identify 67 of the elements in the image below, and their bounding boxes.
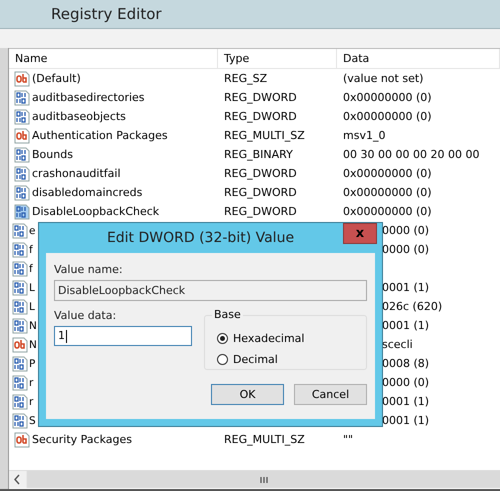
value-name: S <box>29 414 36 426</box>
value-type: REG_MULTI_SZ <box>223 433 306 446</box>
value-data: "" <box>342 433 354 446</box>
value-name: auditbasedirectories <box>32 91 145 104</box>
value-name: disabledomaincreds <box>32 186 142 199</box>
value-name: (Default) <box>32 72 81 85</box>
value-name: r <box>29 396 34 408</box>
value-data: 0x00000000 (0) <box>342 110 433 123</box>
close-button[interactable]: x <box>343 223 377 244</box>
radio-button[interactable] <box>217 354 228 365</box>
value-name: N <box>29 338 37 350</box>
column-header[interactable]: Data <box>337 49 500 68</box>
value-name: L <box>29 300 35 312</box>
group-label: Base <box>212 308 243 321</box>
value-data: scecli <box>382 338 413 351</box>
value-type: REG_DWORD <box>223 91 298 104</box>
window-title: Registry Editor <box>51 5 162 23</box>
scroll-left-icon[interactable] <box>9 471 26 488</box>
value-name: e <box>29 224 36 236</box>
value-type: REG_SZ <box>223 72 268 85</box>
value-name: DisableLoopbackCheck <box>32 205 160 218</box>
radio-label[interactable]: Hexadecimal <box>233 332 304 345</box>
column-header[interactable]: Type <box>218 49 337 68</box>
field-label: Value name: <box>54 263 124 276</box>
value-name: Security Packages <box>32 433 132 446</box>
value-data: 026c (620) <box>382 300 442 313</box>
value-type: REG_DWORD <box>223 205 298 218</box>
radio-label[interactable]: Decimal <box>233 353 278 366</box>
value-name: Bounds <box>32 148 73 161</box>
radio-button[interactable] <box>217 333 228 344</box>
value-data: 0000 (0) <box>382 224 430 237</box>
value-type: REG_BINARY <box>223 148 294 161</box>
dialog-button[interactable]: Cancel <box>294 384 367 405</box>
value-data: 0001 (1) <box>382 281 430 294</box>
value-data: 0x00000000 (0) <box>342 186 433 199</box>
value-data: 0x00000000 (0) <box>342 205 433 218</box>
grip-icon <box>260 476 268 484</box>
value-data: 0000 (0) <box>382 243 430 256</box>
value-data: 0x00000000 (0) <box>342 167 433 180</box>
value-data: 0001 (1) <box>382 414 430 427</box>
value-data: 0008 (8) <box>382 357 430 370</box>
value-data: 0001 (1) <box>382 395 430 408</box>
value-data: 00 30 00 00 00 20 00 00 <box>342 148 480 161</box>
value-name: L <box>29 282 35 294</box>
value-name: N <box>29 320 37 332</box>
value-name-field[interactable]: DisableLoopbackCheck <box>54 280 367 301</box>
value-name: crashonauditfail <box>32 167 121 180</box>
value-data: (value not set) <box>342 72 424 85</box>
value-name: f <box>29 244 33 256</box>
value-name: Authentication Packages <box>32 129 168 142</box>
value-data: 0001 (1) <box>382 319 430 332</box>
field-label: Value data: <box>54 309 118 322</box>
value-name: r <box>29 376 34 388</box>
value-type: REG_DWORD <box>223 167 298 180</box>
value-name: f <box>29 262 33 274</box>
value-type: REG_DWORD <box>223 186 298 199</box>
value-data: msv1_0 <box>342 129 386 142</box>
column-header[interactable]: Name <box>9 49 218 68</box>
value-name: P <box>29 358 36 370</box>
value-data: 0x00000000 (0) <box>342 91 433 104</box>
value-data: 0000 (0) <box>382 376 430 389</box>
value-name: auditbaseobjects <box>32 110 126 123</box>
dialog-title: Edit DWORD (32-bit) Value <box>106 230 294 246</box>
value-type: REG_DWORD <box>223 110 298 123</box>
value-type: REG_MULTI_SZ <box>223 129 306 142</box>
dialog-button[interactable]: OK <box>211 384 284 405</box>
value-data-field[interactable]: 1 <box>54 326 192 346</box>
